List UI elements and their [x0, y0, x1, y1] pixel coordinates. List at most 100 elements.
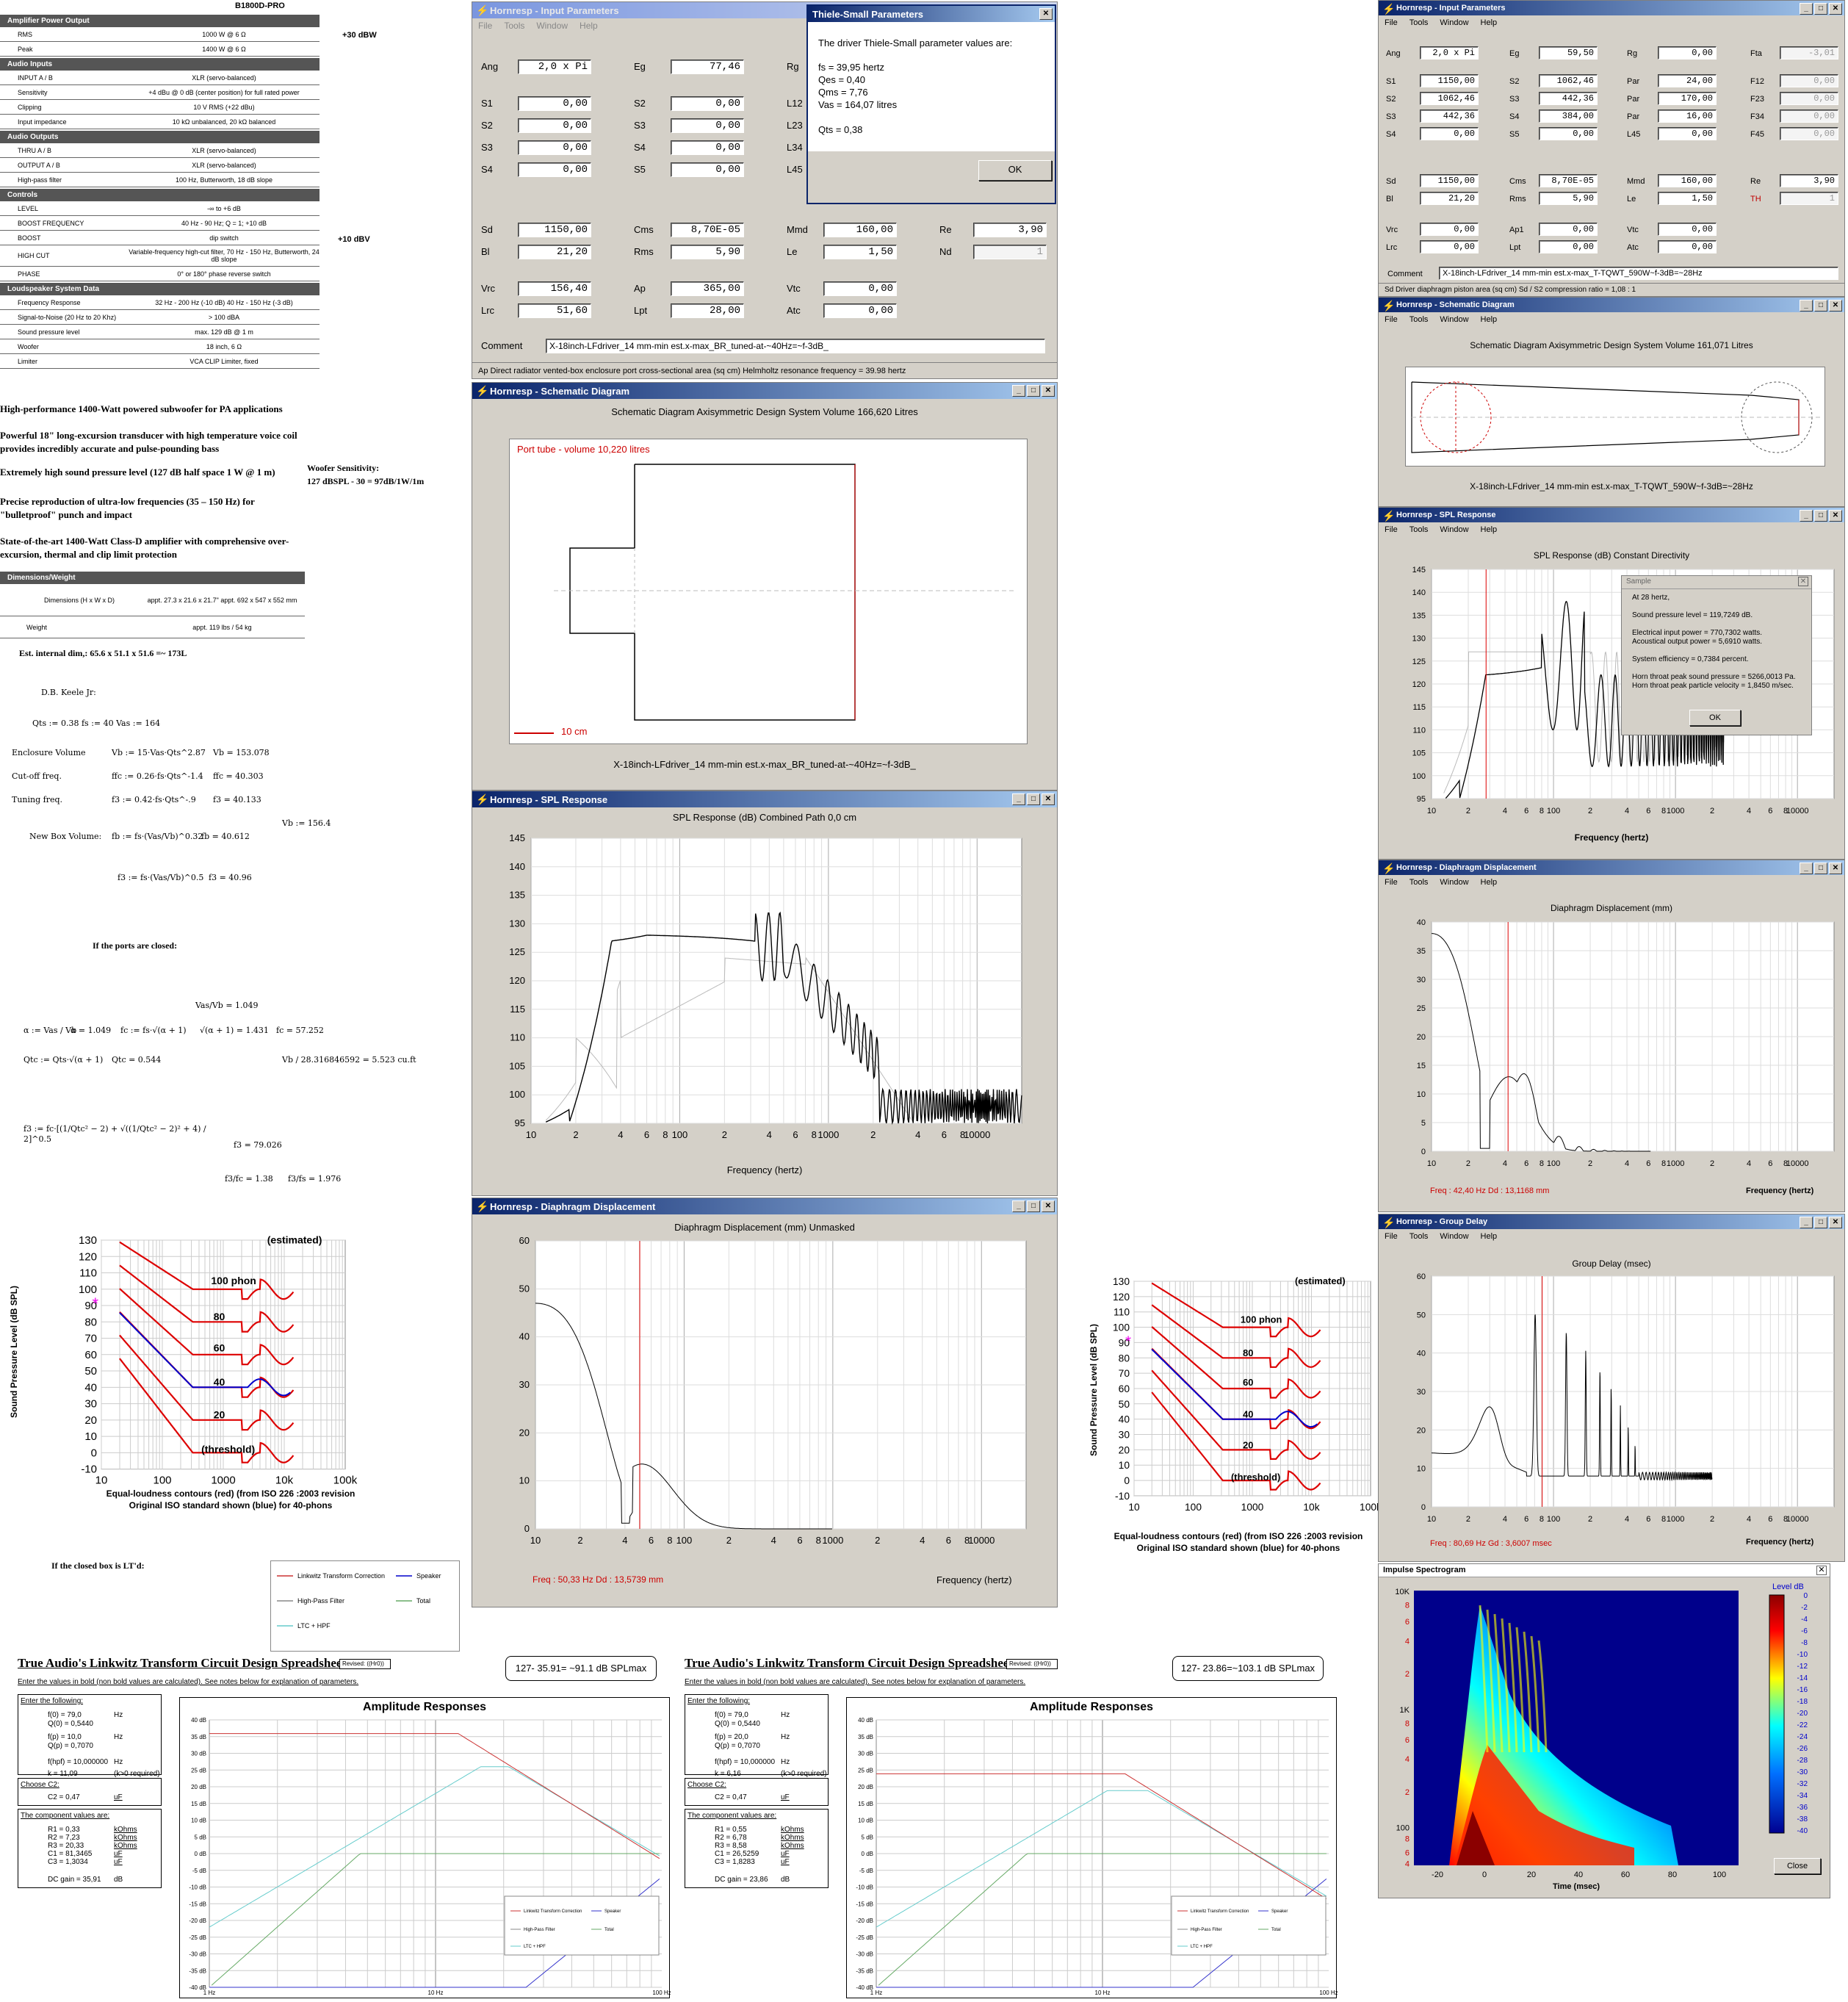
ts-title-bar[interactable]: Thiele-Small Parameters ✕ [808, 6, 1055, 22]
disp-window-2[interactable]: ⚡ Hornresp - Diaphragm Displacement _ □ ✕ F… [1378, 860, 1845, 1212]
menu-item[interactable]: Tools [504, 21, 524, 31]
field-s5[interactable]: 0,00 [1539, 127, 1598, 140]
menu-item[interactable]: Window [1440, 1232, 1468, 1241]
field-f23[interactable]: 0,00 [1780, 92, 1838, 105]
schematic-window-1[interactable]: ⚡ Hornresp - Schematic Diagram _ □ ✕ Schema… [472, 382, 1058, 791]
menu-item[interactable]: Tools [1410, 18, 1429, 27]
field-bl[interactable]: 21,20 [1420, 192, 1479, 205]
close-icon[interactable]: ✕ [1042, 793, 1055, 805]
sample-ok-button[interactable]: OK [1689, 710, 1741, 726]
field-s4[interactable]: 0,00 [671, 140, 744, 155]
field-s2[interactable]: 1062,46 [1539, 74, 1598, 87]
menu-item[interactable]: File [1385, 315, 1398, 324]
disp-window-1[interactable]: ⚡ Hornresp - Diaphragm Displacement _ □ ✕ D… [472, 1198, 1058, 1607]
title-bar[interactable]: ⚡ Hornresp - Diaphragm Displacement _ □ ✕ [472, 1198, 1057, 1214]
field-eg[interactable]: 59,50 [1539, 46, 1598, 60]
maximize-icon[interactable]: □ [1027, 385, 1040, 397]
close-icon[interactable]: ✕ [1829, 3, 1842, 15]
field-s3[interactable]: 442,36 [1539, 92, 1598, 105]
field-s5[interactable]: 0,00 [671, 162, 744, 177]
minimize-icon[interactable]: _ [1800, 1217, 1813, 1228]
menu-item[interactable]: Help [1481, 525, 1498, 534]
field-ang[interactable]: 2,0 x Pi [518, 60, 591, 74]
menu-item[interactable]: Tools [1410, 878, 1429, 887]
title-bar[interactable]: ⚡ Hornresp - Diaphragm Displacement _ □ ✕ [1379, 860, 1844, 875]
close-icon[interactable]: ✕ [1829, 300, 1842, 312]
title-bar[interactable]: ⚡ Hornresp - Input Parameters _ □ ✕ [1379, 1, 1844, 15]
menu-item[interactable]: Window [536, 21, 568, 31]
menu-bar[interactable]: File Tools Window Help [1379, 15, 1844, 30]
minimize-icon[interactable]: _ [1800, 300, 1813, 312]
schematic-window-2[interactable]: ⚡ Hornresp - Schematic Diagram _ □ ✕ File To… [1378, 297, 1845, 507]
comment-field[interactable]: X-18inch-LFdriver_14 mm-min est.x-max_T-… [1439, 267, 1838, 280]
menu-bar[interactable]: File Tools Window Help [1379, 1229, 1844, 1244]
field-sd[interactable]: 1150,00 [1420, 174, 1479, 187]
field-rg[interactable]: 0,00 [1658, 46, 1717, 60]
field-mmd[interactable]: 160,00 [1658, 174, 1717, 187]
menu-item[interactable]: Help [1481, 878, 1498, 887]
field-par1[interactable]: 24,00 [1658, 74, 1717, 87]
menu-item[interactable]: File [478, 21, 492, 31]
field-ang[interactable]: 2,0 x Pi [1420, 46, 1479, 60]
menu-item[interactable]: File [1385, 878, 1398, 887]
field-le[interactable]: 1,50 [823, 245, 897, 259]
field-re[interactable]: 3,90 [1780, 174, 1838, 187]
maximize-icon[interactable]: □ [1814, 863, 1827, 874]
field-le[interactable]: 1,50 [1658, 192, 1717, 205]
title-bar[interactable]: ⚡ Hornresp - SPL Response _ □ ✕ [1379, 508, 1844, 522]
menu-bar[interactable]: File Tools Window Help [1379, 522, 1844, 537]
ts-dialog[interactable]: Thiele-Small Parameters ✕ The driver Thi… [806, 4, 1056, 204]
menu-item[interactable]: Tools [1410, 525, 1429, 534]
menu-item[interactable]: Window [1440, 878, 1468, 887]
title-bar[interactable]: Impulse Spectrogram ✕ [1379, 1564, 1830, 1577]
field-cms[interactable]: 8,70E-05 [1539, 174, 1598, 187]
menu-item[interactable]: File [1385, 525, 1398, 534]
field-nd[interactable]: 1 [973, 245, 1047, 259]
menu-bar[interactable]: File Tools Window Help [1379, 312, 1844, 327]
menu-item[interactable]: Help [1481, 1232, 1498, 1241]
field-par3[interactable]: 16,00 [1658, 109, 1717, 123]
maximize-icon[interactable]: □ [1814, 510, 1827, 522]
minimize-icon[interactable]: _ [1012, 1200, 1025, 1212]
field-sd[interactable]: 1150,00 [518, 223, 591, 237]
field-s2b[interactable]: 1062,46 [1420, 92, 1479, 105]
spl-window-1[interactable]: ⚡ Hornresp - SPL Response _ □ ✕ SPL Respons… [472, 791, 1058, 1196]
menu-item[interactable]: File [1385, 18, 1398, 27]
field-vtc[interactable]: 0,00 [1658, 223, 1717, 236]
title-bar[interactable]: ⚡ Hornresp - Schematic Diagram _ □ ✕ [1379, 298, 1844, 312]
title-bar[interactable]: ⚡ Hornresp - Group Delay _ □ ✕ [1379, 1214, 1844, 1229]
title-bar[interactable]: ⚡ Hornresp - SPL Response _ □ ✕ [472, 791, 1057, 807]
field-mmd[interactable]: 160,00 [823, 223, 897, 237]
field-s3b[interactable]: 442,36 [1420, 109, 1479, 123]
field-lpt[interactable]: 28,00 [671, 303, 744, 318]
minimize-icon[interactable]: _ [1800, 863, 1813, 874]
close-icon[interactable]: ✕ [1829, 510, 1842, 522]
field-rms[interactable]: 5,90 [671, 245, 744, 259]
input-params-window-2[interactable]: ⚡ Hornresp - Input Parameters _ □ ✕ File Too… [1378, 0, 1845, 297]
close-icon[interactable]: ✕ [1042, 1200, 1055, 1212]
field-th[interactable]: 1 [1780, 192, 1838, 205]
close-button[interactable]: Close [1774, 1858, 1821, 1874]
field-f34[interactable]: 0,00 [1780, 109, 1838, 123]
comment-field[interactable]: X-18inch-LFdriver_14 mm-min est.x-max_BR… [546, 339, 1045, 353]
field-eg[interactable]: 77,46 [671, 60, 744, 74]
field-vtc[interactable]: 0,00 [823, 281, 897, 296]
field-rms[interactable]: 5,90 [1539, 192, 1598, 205]
field-s2[interactable]: 0,00 [671, 96, 744, 111]
close-icon[interactable]: ✕ [1816, 1566, 1827, 1575]
close-icon[interactable]: ✕ [1798, 577, 1808, 586]
field-par2[interactable]: 170,00 [1658, 92, 1717, 105]
menu-item[interactable]: Help [1481, 315, 1498, 324]
ok-button[interactable]: OK [978, 160, 1052, 181]
gd-window[interactable]: ⚡ Hornresp - Group Delay _ □ ✕ File Tools Win… [1378, 1214, 1845, 1562]
field-s1[interactable]: 0,00 [518, 96, 591, 111]
menu-item[interactable]: File [1385, 1232, 1398, 1241]
field-s2b[interactable]: 0,00 [518, 118, 591, 133]
close-icon[interactable]: ✕ [1829, 863, 1842, 874]
field-atc[interactable]: 0,00 [823, 303, 897, 318]
menu-item[interactable]: Help [580, 21, 598, 31]
title-bar[interactable]: ⚡ Hornresp - Schematic Diagram _ □ ✕ [472, 383, 1057, 399]
field-re[interactable]: 3,90 [973, 223, 1047, 237]
field-ap1[interactable]: 0,00 [1539, 223, 1598, 236]
field-fta[interactable]: -3,01 [1780, 46, 1838, 60]
